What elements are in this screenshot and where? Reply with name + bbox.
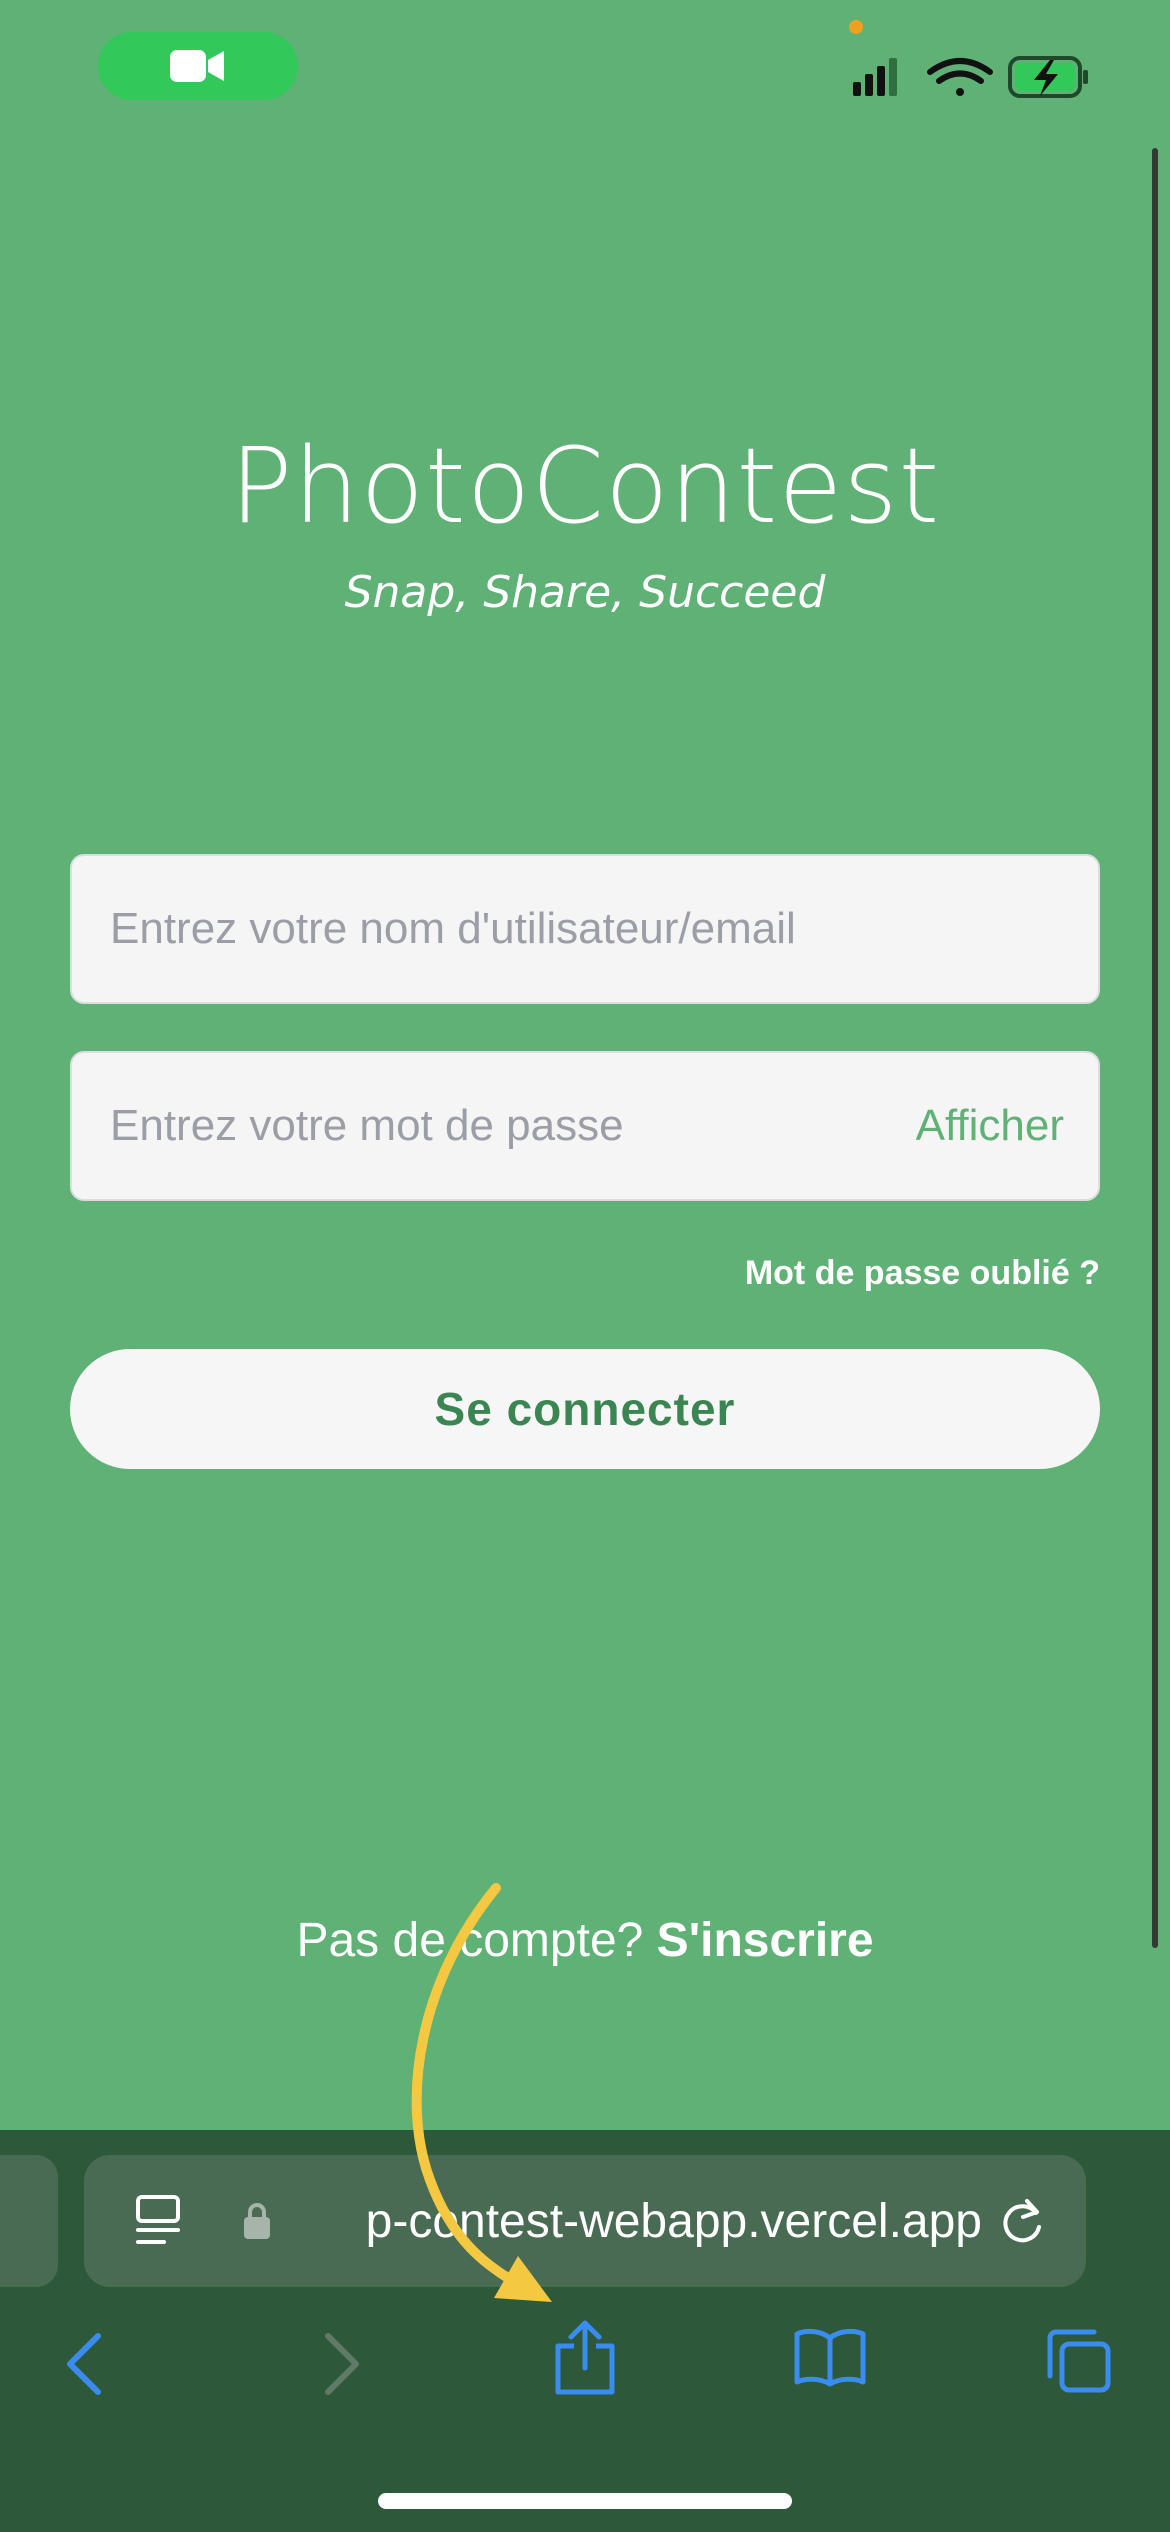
signup-prompt: Pas de compte? — [296, 1914, 644, 1967]
username-input[interactable] — [110, 856, 1060, 1002]
address-bar[interactable]: p-contest-webapp.vercel.app — [84, 2155, 1086, 2287]
battery-charging-icon — [1008, 56, 1088, 98]
app-tagline: Snap, Share, Succeed — [344, 567, 826, 618]
username-field[interactable] — [70, 854, 1100, 1004]
forward-icon[interactable] — [318, 2332, 366, 2396]
home-indicator[interactable] — [378, 2493, 792, 2509]
password-field[interactable]: Afficher — [70, 1051, 1100, 1201]
wifi-icon — [927, 58, 993, 96]
status-icons — [853, 56, 1088, 98]
facetime-pill[interactable] — [98, 32, 298, 100]
scroll-indicator[interactable] — [1152, 148, 1158, 1948]
back-icon[interactable] — [62, 2332, 110, 2396]
password-input[interactable] — [110, 1053, 810, 1199]
cellular-signal-icon — [853, 58, 897, 96]
privacy-indicator-dot — [849, 20, 863, 34]
facetime-video-icon — [170, 50, 224, 82]
signup-link[interactable]: S'inscrire — [657, 1914, 874, 1967]
show-password-toggle[interactable]: Afficher — [916, 1053, 1064, 1199]
login-button[interactable]: Se connecter — [70, 1349, 1100, 1469]
reload-icon[interactable] — [996, 2195, 1048, 2247]
signup-row: Pas de compte? S'inscrire — [0, 1913, 1170, 1968]
app-title: PhotoContest — [229, 425, 941, 547]
share-icon[interactable] — [550, 2318, 620, 2398]
lock-icon — [244, 2203, 270, 2239]
previous-tab-peek[interactable] — [0, 2155, 58, 2287]
forgot-password-link[interactable]: Mot de passe oublié ? — [600, 1254, 1100, 1293]
url-text: p-contest-webapp.vercel.app — [365, 2194, 982, 2248]
bookmarks-icon[interactable] — [793, 2326, 867, 2388]
page-menu-icon[interactable] — [134, 2195, 182, 2247]
tabs-icon[interactable] — [1044, 2326, 1114, 2396]
